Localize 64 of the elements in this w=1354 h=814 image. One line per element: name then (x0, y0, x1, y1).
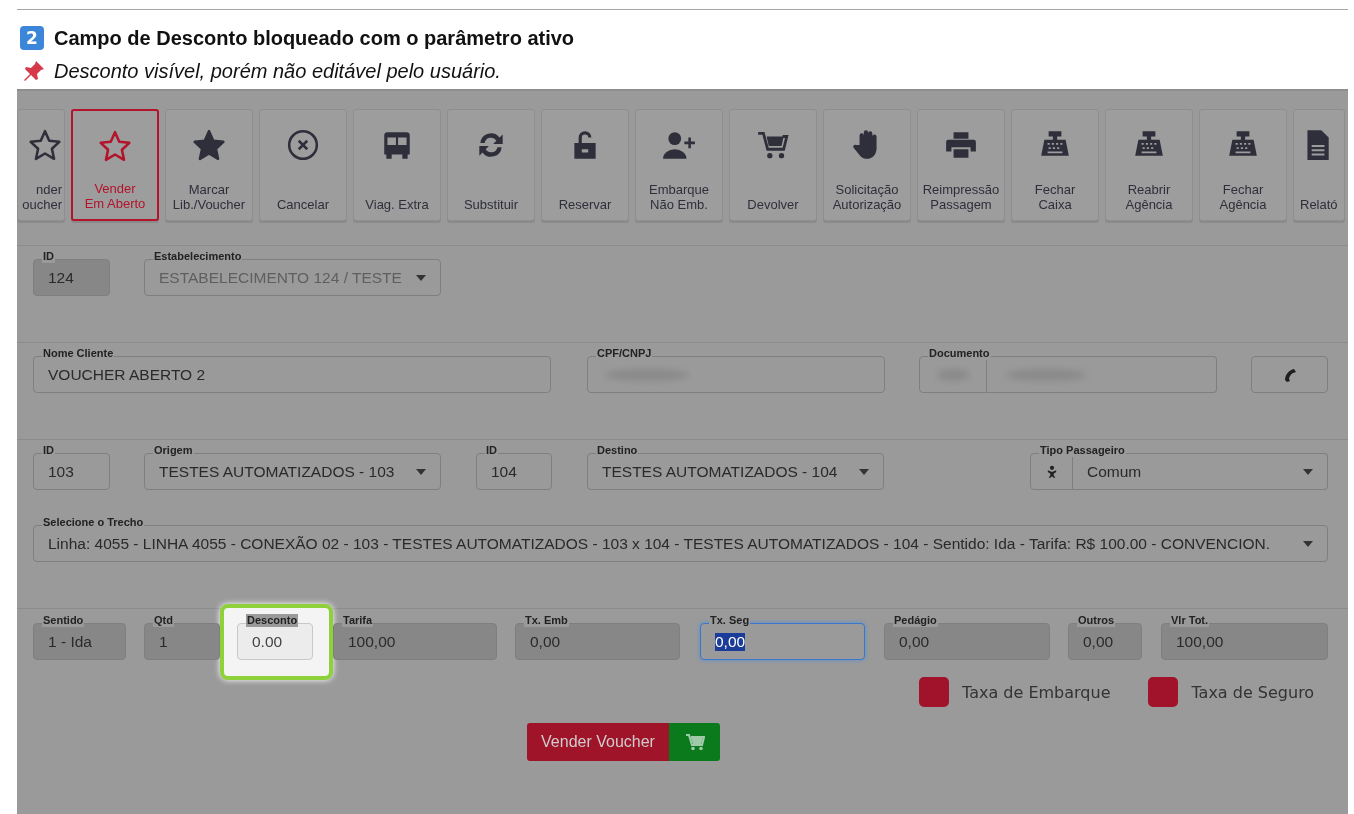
field-label: Sentido (42, 614, 85, 627)
cancel-icon (286, 128, 320, 162)
heading: Campo de Desconto bloqueado com o parâmetro ativo (54, 26, 575, 50)
toolbar-button[interactable]: Fechar Caixa (1011, 109, 1099, 221)
note: Desconto visível, porém não editável pelo usuário. (54, 59, 501, 83)
input-field[interactable]: VOUCHER ABERTO 2 (33, 356, 551, 393)
input-field[interactable] (987, 356, 1217, 393)
field-label: Tx. Seg (709, 614, 751, 627)
caret-icon (416, 274, 426, 281)
toolbar-button[interactable]: nder oucher (17, 109, 65, 221)
step-badge: 2 (20, 26, 44, 50)
field-label: Documento (928, 347, 991, 360)
field-label: Outros (1077, 614, 1116, 627)
star-icon (98, 129, 132, 163)
toolbar-button[interactable]: Viag. Extra (353, 109, 441, 221)
field-label: Tipo Passageiro (1039, 444, 1126, 457)
caret-icon (859, 468, 869, 475)
field-label: ID (485, 444, 498, 457)
toolbar-button[interactable]: Marcar Lib./Voucher (165, 109, 253, 221)
toolbar-button[interactable]: Reimpressão Passagem (917, 109, 1005, 221)
toolbar-button[interactable]: Solicitação Autorização (823, 109, 911, 221)
toolbar-button[interactable]: Fechar Agência (1199, 109, 1287, 221)
toolbar-button[interactable]: Substituir (447, 109, 535, 221)
field-label: Vlr Tot. (1170, 614, 1210, 627)
option-label: Taxa de Seguro (1191, 682, 1315, 702)
field-label: Tx. Emb (524, 614, 569, 627)
field-label: Estabelecimento (153, 250, 243, 263)
caret-icon (1303, 468, 1313, 475)
person-icon (1046, 464, 1057, 479)
field-label: CPF/CNPJ (596, 347, 653, 360)
input-field[interactable] (587, 356, 885, 393)
field-label: ID (42, 250, 55, 263)
input-field[interactable]: 104 (476, 453, 552, 490)
field-label: Destino (596, 444, 639, 457)
toolbar-button[interactable]: Reabrir Agência (1105, 109, 1193, 221)
toggle-checkbox[interactable] (1148, 677, 1179, 707)
toggle-checkbox[interactable] (919, 677, 949, 707)
toolbar-button[interactable]: Relató (1293, 109, 1345, 221)
toolbar-button[interactable]: Vender Em Aberto (71, 109, 159, 221)
option-label: Taxa de Embarque (962, 682, 1111, 702)
field-label: Nome Cliente (42, 347, 115, 360)
cart-icon (684, 733, 705, 751)
select-field[interactable]: TESTES AUTOMATIZADOS - 104 (587, 453, 884, 490)
field-label: Origem (153, 444, 194, 457)
star-icon (28, 128, 62, 162)
field-label: Pedágio (893, 614, 938, 627)
phone-button[interactable] (1251, 356, 1328, 393)
toolbar-button[interactable]: Embarque Não Emb. (635, 109, 723, 221)
pin-icon (22, 59, 46, 83)
field-label: Selecione o Trecho (42, 516, 145, 529)
toolbar-button[interactable]: Devolver (729, 109, 817, 221)
input-field[interactable]: 103 (33, 453, 110, 490)
toolbar-button[interactable]: Reservar (541, 109, 629, 221)
star-icon (192, 128, 226, 162)
caret-icon (1303, 540, 1313, 547)
toolbar-button[interactable]: Cancelar (259, 109, 347, 221)
caret-icon (416, 468, 426, 475)
sell-button[interactable]: Vender Voucher (527, 723, 669, 761)
field-label: Tarifa (342, 614, 374, 627)
field-label: Desconto (246, 614, 299, 627)
cart-button[interactable] (669, 723, 720, 761)
field-label: ID (42, 444, 55, 457)
select-field[interactable]: Linha: 4055 - LINHA 4055 - CONEXÃO 02 - 103 - TESTES AUTOMATIZADOS - 103 x 104 - TESTES AUTOMATIZADOS - 104 - Sentido: Ida - Tarifa: R$ 100.00 - CONVENCION. (33, 525, 1328, 562)
field-label: Qtd (153, 614, 174, 627)
